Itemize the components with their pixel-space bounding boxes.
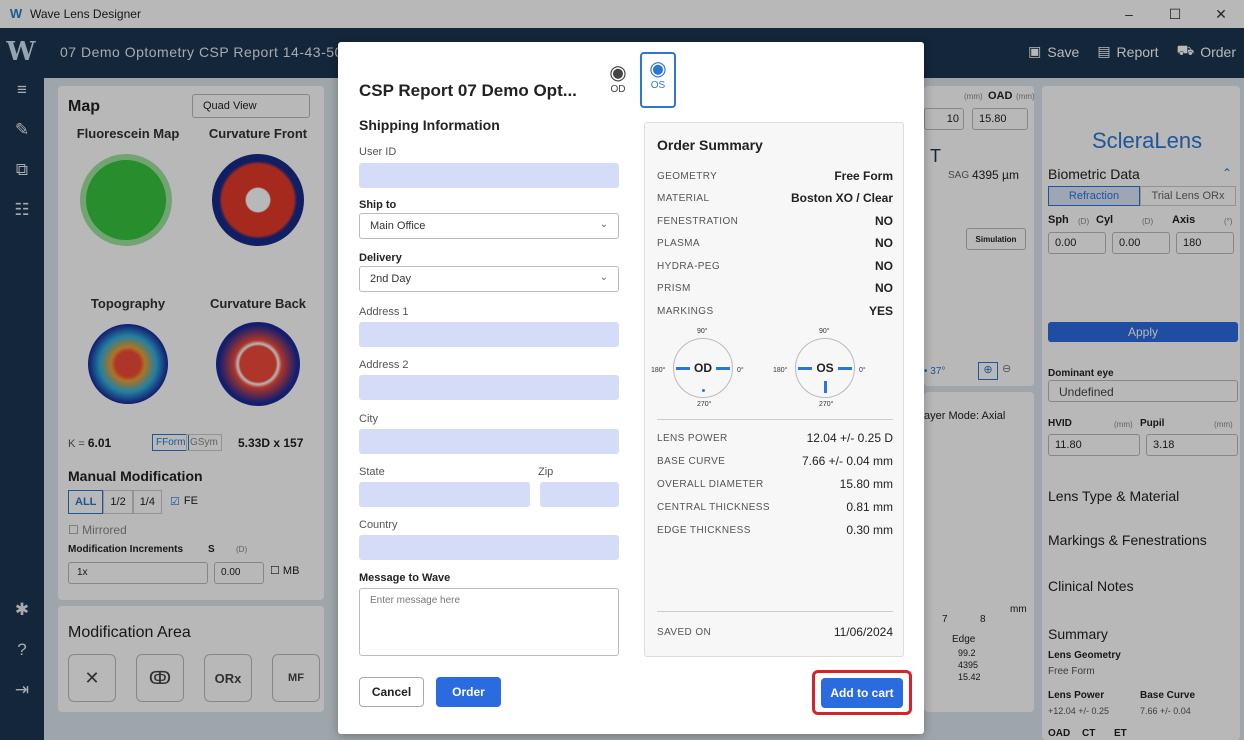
- order-summary-title: Order Summary: [657, 137, 763, 153]
- zip-input[interactable]: [540, 482, 619, 507]
- cancel-button[interactable]: Cancel: [359, 677, 424, 707]
- summary-key: PLASMA: [657, 237, 700, 249]
- ship-to-select[interactable]: Main Office ⌄: [359, 213, 619, 239]
- os-markings-dial: OS: [795, 338, 855, 398]
- summary-row: MARKINGS YES: [657, 304, 893, 318]
- dial-label-right: 0°: [737, 367, 744, 374]
- modal-title: CSP Report 07 Demo Opt...: [359, 81, 577, 100]
- dial-dot-marker: [702, 389, 705, 392]
- eye-os-label: OS: [650, 80, 666, 91]
- order-modal: CSP Report 07 Demo Opt... ◉ OD ◉ OS Ship…: [338, 42, 924, 734]
- od-markings-dial: OD: [673, 338, 733, 398]
- saved-on-label: SAVED ON: [657, 626, 712, 638]
- dial-od-label: OD: [694, 361, 712, 375]
- eye-icon: ◉: [609, 62, 627, 84]
- eye-od-toggle[interactable]: ◉ OD: [600, 62, 636, 112]
- summary-key: GEOMETRY: [657, 170, 718, 182]
- summary-row: CENTRAL THICKNESS 0.81 mm: [657, 500, 893, 514]
- address2-input[interactable]: [359, 375, 619, 400]
- summary-value: Boston XO / Clear: [790, 191, 893, 205]
- summary-divider: [657, 611, 893, 612]
- summary-value: 12.04 +/- 0.25 D: [806, 431, 893, 445]
- dial-os-label: OS: [816, 361, 834, 375]
- summary-key: PRISM: [657, 282, 691, 294]
- summary-value: NO: [875, 236, 893, 250]
- summary-value: YES: [868, 304, 893, 318]
- address2-label: Address 2: [359, 359, 409, 371]
- dial-line-marker: [824, 381, 827, 393]
- summary-key: CENTRAL THICKNESS: [657, 501, 770, 513]
- delivery-label: Delivery: [359, 252, 402, 264]
- summary-row: PLASMA NO: [657, 236, 893, 250]
- eye-od-label: OD: [610, 84, 626, 95]
- summary-row: BASE CURVE 7.66 +/- 0.04 mm: [657, 454, 893, 468]
- ship-to-value: Main Office: [370, 220, 426, 232]
- dial-label-left: 180°: [651, 367, 666, 374]
- summary-row: LENS POWER 12.04 +/- 0.25 D: [657, 431, 893, 445]
- summary-key: LENS POWER: [657, 432, 728, 444]
- delivery-select[interactable]: 2nd Day ⌄: [359, 266, 619, 292]
- dial-label-top: 90°: [697, 328, 708, 335]
- message-label: Message to Wave: [359, 572, 451, 584]
- dial-label-right: 0°: [859, 367, 866, 374]
- summary-divider: [657, 419, 893, 420]
- eye-os-toggle[interactable]: ◉ OS: [640, 52, 676, 108]
- city-input[interactable]: [359, 429, 619, 454]
- eye-icon: ◉: [649, 58, 667, 80]
- summary-value: NO: [875, 214, 893, 228]
- summary-value: 0.30 mm: [846, 523, 893, 537]
- summary-row: MATERIAL Boston XO / Clear: [657, 191, 893, 205]
- summary-row: PRISM NO: [657, 281, 893, 295]
- add-to-cart-highlight: Add to cart: [812, 670, 912, 715]
- summary-key: MATERIAL: [657, 192, 710, 204]
- summary-key: OVERALL DIAMETER: [657, 478, 764, 490]
- city-label: City: [359, 413, 378, 425]
- shipping-title: Shipping Information: [359, 117, 500, 133]
- summary-value: NO: [875, 281, 893, 295]
- message-placeholder: Enter message here: [370, 595, 461, 606]
- summary-value: Free Form: [834, 169, 893, 183]
- summary-value: 15.80 mm: [839, 477, 893, 491]
- ship-to-label: Ship to: [359, 199, 397, 211]
- message-textarea[interactable]: Enter message here: [359, 588, 619, 656]
- user-id-input[interactable]: [359, 163, 619, 188]
- summary-key: EDGE THICKNESS: [657, 524, 751, 536]
- saved-on-row: SAVED ON 11/06/2024: [657, 625, 893, 639]
- summary-value: NO: [875, 259, 893, 273]
- summary-row: EDGE THICKNESS 0.30 mm: [657, 523, 893, 537]
- chevron-down-icon: ⌄: [599, 272, 608, 283]
- user-id-label: User ID: [359, 146, 397, 158]
- summary-key: FENESTRATION: [657, 215, 739, 227]
- summary-key: MARKINGS: [657, 305, 714, 317]
- summary-value: 0.81 mm: [846, 500, 893, 514]
- order-button[interactable]: Order: [436, 677, 501, 707]
- chevron-down-icon: ⌄: [599, 219, 608, 230]
- dial-label-bottom: 270°: [697, 401, 712, 408]
- summary-row: OVERALL DIAMETER 15.80 mm: [657, 477, 893, 491]
- state-label: State: [359, 466, 385, 478]
- dial-label-top: 90°: [819, 328, 830, 335]
- dial-label-left: 180°: [773, 367, 788, 374]
- country-label: Country: [359, 519, 398, 531]
- summary-value: 7.66 +/- 0.04 mm: [801, 454, 893, 468]
- order-summary-card: Order Summary GEOMETRY Free Form MATERIAL…: [644, 122, 904, 657]
- address1-input[interactable]: [359, 322, 619, 347]
- summary-key: HYDRA-PEG: [657, 260, 721, 272]
- saved-on-value: 11/06/2024: [833, 625, 893, 639]
- address1-label: Address 1: [359, 306, 409, 318]
- summary-row: GEOMETRY Free Form: [657, 169, 893, 183]
- dial-label-bottom: 270°: [819, 401, 834, 408]
- zip-label: Zip: [538, 466, 554, 478]
- summary-row: HYDRA-PEG NO: [657, 259, 893, 273]
- state-input[interactable]: [359, 482, 530, 507]
- add-to-cart-button[interactable]: Add to cart: [821, 678, 903, 708]
- country-input[interactable]: [359, 535, 619, 560]
- delivery-value: 2nd Day: [370, 273, 411, 285]
- summary-key: BASE CURVE: [657, 455, 726, 467]
- summary-row: FENESTRATION NO: [657, 214, 893, 228]
